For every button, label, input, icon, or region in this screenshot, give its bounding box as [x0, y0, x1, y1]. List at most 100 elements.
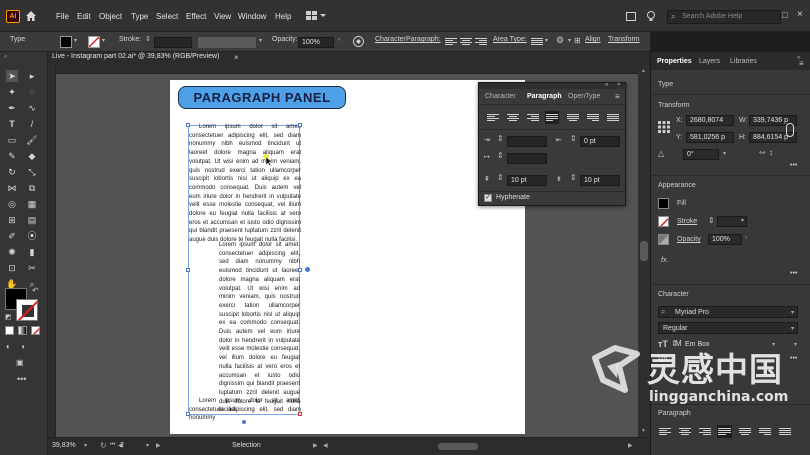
rp-align-right-icon[interactable] — [699, 427, 711, 436]
first-line-indent-stepper[interactable]: ⇕ — [497, 151, 504, 160]
swap-fill-stroke-icon[interactable]: ↶ — [32, 286, 39, 295]
fx-button[interactable]: fx. — [661, 257, 668, 264]
free-transform-tool-icon[interactable]: ⧉ — [26, 182, 38, 194]
transform-link[interactable]: Transform — [608, 36, 640, 43]
gradient-tool-icon[interactable]: ▤ — [26, 214, 38, 226]
color-mode-icon[interactable] — [5, 326, 14, 335]
artboard-dropdown-icon[interactable]: ▾ — [146, 442, 149, 449]
menu-object[interactable]: Object — [99, 12, 122, 21]
justify-all-icon[interactable] — [607, 113, 619, 122]
paragraph-text-1[interactable]: Lorem ipsum dolor sit amet, consectetuer… — [189, 123, 301, 245]
symbol-sprayer-tool-icon[interactable]: ✺ — [6, 246, 18, 258]
rp-justify-left-icon[interactable] — [717, 425, 732, 438]
scale-tool-icon[interactable]: ⤡ — [26, 166, 38, 178]
window-close-button[interactable]: × — [797, 9, 803, 20]
justify-last-left-icon[interactable] — [545, 111, 559, 124]
screen-mode-icon[interactable]: ▣ — [16, 358, 24, 367]
blend-tool-icon[interactable]: ⦿ — [26, 230, 38, 242]
draw-behind-icon[interactable]: ◑ — [20, 342, 25, 351]
font-family-select[interactable]: ⌕ Myriad Pro ▾ — [658, 306, 798, 318]
align-left-icon[interactable] — [487, 113, 499, 122]
rotate-tool-icon[interactable]: ↻ — [6, 166, 18, 178]
paragraph-link[interactable]: Paragraph: — [406, 36, 441, 43]
perspective-grid-tool-icon[interactable]: ▦ — [26, 198, 38, 210]
area-type-dropdown-icon[interactable]: ▾ — [545, 37, 548, 44]
panels-menu-icon[interactable]: ≡ — [799, 59, 804, 68]
status-arrow-icon[interactable]: ▶ — [313, 442, 318, 449]
panel-collapse-icon[interactable]: « — [605, 82, 608, 88]
right-indent-stepper[interactable]: ⇕ — [570, 134, 577, 143]
space-before-stepper[interactable]: ⇕ — [497, 173, 504, 182]
align-center-icon[interactable] — [507, 113, 519, 122]
vertical-scroll-thumb[interactable] — [640, 241, 648, 261]
appearance-opacity-field[interactable]: 100% — [708, 234, 742, 245]
draw-mode-icon[interactable]: ◐ — [6, 342, 11, 351]
line-tool-icon[interactable]: / — [26, 118, 38, 130]
appearance-stroke-swatch[interactable] — [658, 216, 669, 227]
space-after-field[interactable]: 10 pt — [580, 175, 620, 186]
paragraph-text-3[interactable]: Lorem ipsum dolor sit amet, consectetuer… — [189, 397, 301, 423]
constrain-proportions-icon[interactable] — [786, 123, 794, 137]
menu-help[interactable]: Help — [275, 12, 291, 21]
shaper-tool-icon[interactable]: ✎ — [6, 150, 18, 162]
x-field[interactable]: 2680,8074 — [686, 115, 734, 126]
mesh-tool-icon[interactable]: ⊞ — [6, 214, 18, 226]
first-artboard-icon[interactable]: ⏮ — [110, 442, 115, 449]
menu-view[interactable]: View — [214, 12, 231, 21]
scroll-up-icon[interactable]: ▲ — [641, 68, 646, 74]
magic-wand-tool-icon[interactable]: ✦ — [6, 86, 18, 98]
variable-width-profile[interactable] — [198, 37, 256, 48]
eraser-tool-icon[interactable]: ◆ — [26, 150, 38, 162]
search-field[interactable]: ⌕ Search Adobe Help — [667, 10, 781, 24]
lasso-tool-icon[interactable]: ◌ — [26, 86, 38, 98]
default-fill-stroke-icon[interactable]: ◩ — [5, 313, 12, 321]
rectangle-tool-icon[interactable]: ▭ — [6, 134, 18, 146]
stroke-label[interactable]: Stroke: — [119, 36, 141, 43]
zoom-level[interactable]: 39,83% — [52, 442, 76, 449]
shape-builder-tool-icon[interactable]: ◎ — [6, 198, 18, 210]
space-before-field[interactable]: 10 pt — [507, 175, 547, 186]
direct-selection-tool-icon[interactable]: ▸ — [26, 70, 38, 82]
rotate-dropdown-icon[interactable]: ▾ — [723, 150, 726, 157]
opacity-label[interactable]: Opacity: — [272, 36, 298, 43]
flip-horizontal-icon[interactable]: ⇿ — [759, 148, 766, 157]
horizontal-ruler[interactable] — [48, 66, 638, 74]
artboard[interactable]: PARAGRAPH PANEL Lorem ipsum dolor sit am… — [170, 80, 525, 434]
appearance-fill-swatch[interactable] — [658, 198, 669, 209]
opacity-field[interactable]: 100% — [298, 37, 334, 48]
type-tool-icon[interactable]: T — [6, 118, 18, 130]
tab-properties[interactable]: Properties — [657, 58, 692, 65]
artboard-tool-icon[interactable]: ⊡ — [6, 262, 18, 274]
rp-align-center-icon[interactable] — [679, 427, 691, 436]
y-field[interactable]: 581,0256 p — [686, 132, 734, 143]
fill-swatch[interactable] — [60, 36, 72, 48]
find-font-icon[interactable]: ⚙ — [556, 35, 564, 46]
transform-more-icon[interactable]: ••• — [790, 162, 797, 169]
rotate-field[interactable]: 0° — [683, 149, 719, 160]
column-graph-tool-icon[interactable]: ▮ — [26, 246, 38, 258]
stroke-link[interactable]: Stroke — [677, 218, 697, 225]
stroke-dropdown-icon[interactable]: ▾ — [102, 37, 105, 44]
menu-edit[interactable]: Edit — [77, 12, 91, 21]
width-tool-icon[interactable]: ⋈ — [6, 182, 18, 194]
rp-justify-all-icon[interactable] — [779, 427, 791, 436]
text-in-port[interactable] — [242, 420, 246, 424]
tab-layers[interactable]: Layers — [699, 58, 720, 65]
rp-justify-center-icon[interactable] — [739, 427, 751, 436]
horizontal-scroll-thumb[interactable] — [438, 443, 478, 450]
character-link[interactable]: Character — [375, 36, 406, 43]
area-type-link[interactable]: Area Type: — [493, 36, 527, 43]
appearance-opacity-link[interactable]: Opacity — [677, 236, 701, 243]
panel-menu-icon[interactable]: ≡ — [615, 92, 620, 101]
eyedropper-tool-icon[interactable]: ✐ — [6, 230, 18, 242]
stroke-weight-stepper[interactable]: ⇕ — [145, 35, 151, 43]
window-maximize-button[interactable]: □ — [782, 10, 787, 20]
stroke-swatch[interactable] — [88, 36, 100, 48]
selection-handle-mr[interactable] — [298, 268, 302, 272]
tool-stroke-swatch[interactable] — [16, 299, 38, 321]
fill-label[interactable]: Fill — [677, 200, 686, 207]
align-right-icon[interactable] — [527, 113, 539, 122]
workspace-switcher-icon[interactable] — [306, 11, 326, 21]
ctrl-align-center-icon[interactable] — [460, 37, 472, 46]
menu-type[interactable]: Type — [131, 12, 148, 21]
